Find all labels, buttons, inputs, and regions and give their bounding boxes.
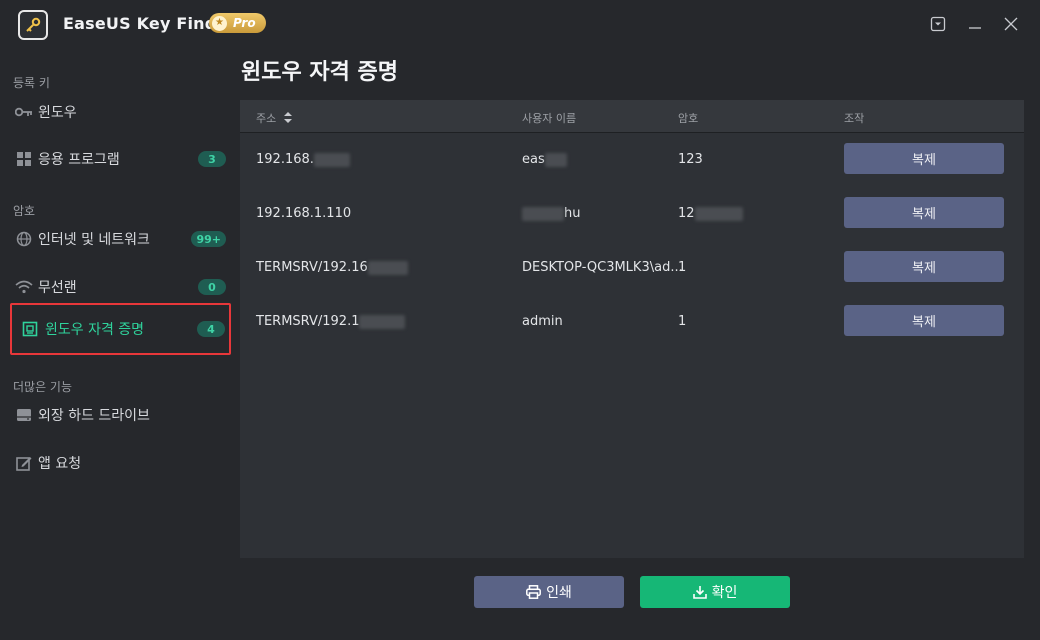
- password-cell: 123: [678, 152, 703, 167]
- edit-icon: [15, 454, 33, 472]
- sidebar-item-label: 윈도우: [38, 105, 77, 121]
- password-cell: 1: [678, 260, 687, 275]
- redacted-mask: [359, 314, 406, 329]
- download-icon: [692, 586, 707, 599]
- count-badge: 3: [198, 151, 226, 167]
- copy-button[interactable]: 복제: [844, 143, 1004, 174]
- globe-icon: [15, 230, 33, 248]
- copy-button[interactable]: 복제: [844, 305, 1004, 336]
- redacted-mask: [313, 152, 350, 167]
- count-badge: 99+: [191, 231, 226, 247]
- address-cell: 192.168.1.110: [256, 206, 352, 221]
- minimize-button[interactable]: [965, 14, 985, 34]
- column-header-address[interactable]: 주소: [256, 110, 292, 126]
- sidebar: 등록 키 윈도우 응용 프로그램 3 암호 인터넷 및 네트워크 99+ 무선랜…: [0, 50, 238, 640]
- address-cell: TERMSRV/192.16: [256, 260, 408, 275]
- sidebar-item-wireless[interactable]: 무선랜 0: [10, 267, 228, 307]
- username-text: hu: [564, 206, 581, 221]
- sidebar-item-windows[interactable]: 윈도우: [10, 92, 228, 132]
- section-label-more-features: 더많은 기능: [13, 380, 73, 394]
- username-cell: eas: [522, 152, 567, 167]
- column-header-action: 조작: [844, 112, 865, 125]
- address-cell: 192.168.: [256, 152, 350, 167]
- address-cell: TERMSRV/192.1: [256, 314, 406, 329]
- table-header: 주소 사용자 이름 암호 조작: [240, 100, 1024, 133]
- confirm-button-label: 확인: [711, 585, 738, 601]
- password-cell: 12: [678, 206, 743, 221]
- sort-icon: [283, 112, 292, 123]
- dropdown-box-icon: [930, 16, 946, 32]
- password-cell: 1: [678, 314, 687, 329]
- section-label-passwords: 암호: [13, 204, 36, 218]
- sidebar-item-app-request[interactable]: 앱 요청: [10, 443, 228, 483]
- redacted-mask: [544, 152, 567, 167]
- menu-dropdown-button[interactable]: [928, 14, 948, 34]
- key-icon: [15, 103, 33, 121]
- pro-badge: ★ Pro: [209, 13, 266, 33]
- confirm-button[interactable]: 확인: [640, 576, 790, 608]
- drive-icon: [15, 406, 33, 424]
- redacted-mask: [694, 206, 743, 221]
- sidebar-item-label: 외장 하드 드라이브: [38, 408, 150, 424]
- minimize-icon: [969, 27, 981, 29]
- print-button[interactable]: 인쇄: [474, 576, 624, 608]
- sidebar-item-label: 윈도우 자격 증명: [45, 322, 145, 338]
- table-row: TERMSRV/192.1 admin 1 복제: [240, 295, 1024, 349]
- credentials-table: 주소 사용자 이름 암호 조작 192.168. eas 123 복제 192.…: [240, 100, 1024, 558]
- sidebar-item-internet-network[interactable]: 인터넷 및 네트워크 99+: [10, 219, 228, 259]
- sidebar-item-applications[interactable]: 응용 프로그램 3: [10, 139, 228, 179]
- address-text: TERMSRV/192.16: [256, 260, 368, 275]
- column-header-label: 주소: [256, 112, 277, 125]
- username-text: eas: [522, 152, 545, 167]
- address-text: TERMSRV/192.1: [256, 314, 360, 329]
- table-row: 192.168. eas 123 복제: [240, 133, 1024, 187]
- redacted-mask: [367, 260, 408, 275]
- credential-icon: [21, 320, 39, 338]
- username-cell: admin: [522, 314, 563, 329]
- star-icon: ★: [212, 15, 227, 31]
- wifi-icon: [15, 278, 33, 296]
- title-bar: EaseUS Key Finder ★ Pro: [0, 0, 1040, 50]
- close-button[interactable]: [1001, 14, 1021, 34]
- count-badge: 0: [198, 279, 226, 295]
- app-logo-key-icon: [18, 10, 48, 40]
- sidebar-item-windows-credentials[interactable]: 윈도우 자격 증명 4: [10, 303, 231, 355]
- close-icon: [1004, 17, 1018, 31]
- printer-icon: [526, 585, 542, 599]
- column-header-username: 사용자 이름: [522, 112, 577, 125]
- pro-badge-label: Pro: [233, 16, 256, 30]
- count-badge: 4: [197, 321, 225, 337]
- password-text: 12: [678, 206, 695, 221]
- sidebar-item-label: 인터넷 및 네트워크: [38, 232, 150, 248]
- page-title: 윈도우 자격 증명: [241, 60, 398, 85]
- column-header-password: 암호: [678, 112, 699, 125]
- sidebar-item-label: 응용 프로그램: [38, 152, 120, 168]
- apps-grid-icon: [15, 150, 33, 168]
- sidebar-item-external-drive[interactable]: 외장 하드 드라이브: [10, 395, 228, 435]
- section-label-registry: 등록 키: [13, 76, 50, 90]
- sidebar-item-label: 앱 요청: [38, 456, 82, 472]
- print-button-label: 인쇄: [546, 585, 572, 601]
- table-row: TERMSRV/192.16 DESKTOP-QC3MLK3\ad... 1 복…: [240, 241, 1024, 295]
- username-cell: DESKTOP-QC3MLK3\ad...: [522, 260, 683, 275]
- table-row: 192.168.1.110 hu 12 복제: [240, 187, 1024, 241]
- address-text: 192.168.: [256, 152, 314, 167]
- username-cell: hu: [522, 206, 580, 221]
- copy-button[interactable]: 복제: [844, 197, 1004, 228]
- redacted-mask: [522, 206, 564, 221]
- copy-button[interactable]: 복제: [844, 251, 1004, 282]
- sidebar-item-label: 무선랜: [38, 280, 77, 296]
